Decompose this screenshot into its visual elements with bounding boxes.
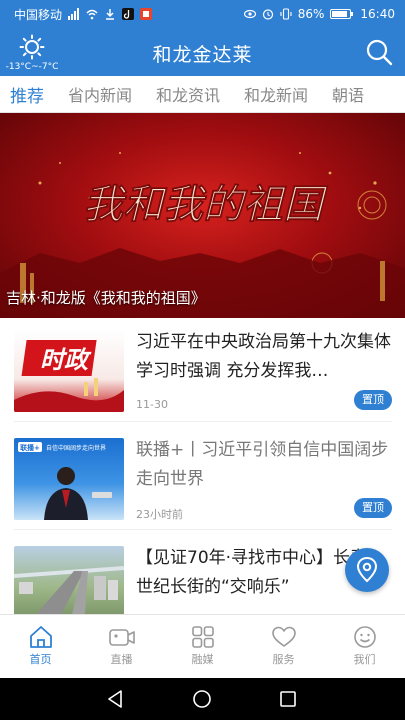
svg-text:联播+: 联播+ [20,443,40,452]
news-title: 习近平在中央政治局第十九次集体学习时强调 充分发挥我… [136,332,391,381]
carrier-label: 中国移动 [14,7,63,22]
recents-icon[interactable] [279,690,297,708]
tab-recommend[interactable]: 推荐 [10,82,44,107]
pinned-badge: 置顶 [354,498,392,518]
location-pin-icon [356,556,378,583]
category-tabs: 推荐 省内新闻 和龙资讯 和龙新闻 朝语 [0,76,405,113]
download-icon [106,9,115,20]
tab-province-news[interactable]: 省内新闻 [68,82,132,106]
battery-percent: 86% [297,7,325,21]
featured-banner[interactable]: 我和我的祖国 吉林·和龙版《我和我的祖国》 [0,113,405,318]
nav-service-label: 服务 [272,653,295,666]
back-icon[interactable] [106,689,126,709]
news-time: 23小时前 [136,508,183,521]
news-item[interactable]: 【见证70年·寻找市中心】长春：世纪长街的“交响乐” 置顶 [14,534,392,614]
nav-home[interactable]: 首页 [0,615,81,678]
svg-text:时政: 时政 [40,346,92,374]
signal-icon [68,8,80,20]
nav-live-label: 直播 [110,653,133,666]
clock: 16:40 [360,7,395,21]
tab-helong-info[interactable]: 和龙资讯 [156,82,220,106]
nav-live[interactable]: 直播 [81,615,162,678]
banner-caption: 吉林·和龙版《我和我的祖国》 [6,289,206,307]
bottom-navigation: 首页 直播 融媒 服务 我们 [0,614,405,678]
alarm-icon [262,9,273,20]
status-bar: 中国移动 86% 16:40 [0,0,405,28]
nav-home-label: 首页 [29,653,52,666]
nav-about-label: 我们 [353,653,376,666]
app-notification-icon [140,8,153,20]
news-time: 11-30 [136,398,168,411]
grid-icon [191,626,214,648]
search-icon[interactable] [365,38,393,66]
pinned-badge: 置顶 [354,390,392,410]
location-button[interactable] [345,548,389,592]
news-thumbnail: 联播+ 自信中国阔步走向世界 [14,438,124,520]
home-icon [29,626,52,648]
news-thumbnail: 时政 [14,330,124,412]
eye-icon [243,9,256,19]
vibrate-icon [280,8,292,20]
tab-helong-news[interactable]: 和龙新闻 [244,82,308,106]
smiley-icon [353,626,376,648]
battery-icon [330,9,354,19]
politics-thumbnail-art: 时政 [14,340,124,412]
nav-media[interactable]: 融媒 [162,615,243,678]
news-title: 联播+丨习近平引领自信中国阔步走向世界 [136,440,389,489]
news-thumbnail [14,546,124,614]
broadcast-thumbnail-art: 联播+ 自信中国阔步走向世界 [18,442,112,520]
tab-korean[interactable]: 朝语 [332,82,364,106]
nav-media-label: 融媒 [191,653,214,666]
banner-title-art: 我和我的祖国 [83,181,329,228]
tiktok-icon [122,8,135,20]
svg-text:自信中国阔步走向世界: 自信中国阔步走向世界 [46,444,106,452]
app-title: 和龙金达莱 [152,44,253,66]
home-circle-icon[interactable] [192,689,212,709]
system-navigation-bar [0,678,405,720]
app-header: -13°C~-7°C 和龙金达莱 [0,28,405,76]
nav-service[interactable]: 服务 [243,615,324,678]
heart-icon [271,626,296,647]
news-item[interactable]: 联播+ 自信中国阔步走向世界 联播+丨习近平引领自信中国阔步走向世界 23小时前… [14,426,392,530]
nav-about[interactable]: 我们 [324,615,405,678]
wifi-icon [86,9,98,20]
video-camera-icon [108,629,135,646]
news-item[interactable]: 时政 习近平在中央政治局第十九次集体学习时强调 充分发挥我… 11-30 置顶 [14,318,392,422]
aerial-city-thumbnail-art [14,566,124,614]
